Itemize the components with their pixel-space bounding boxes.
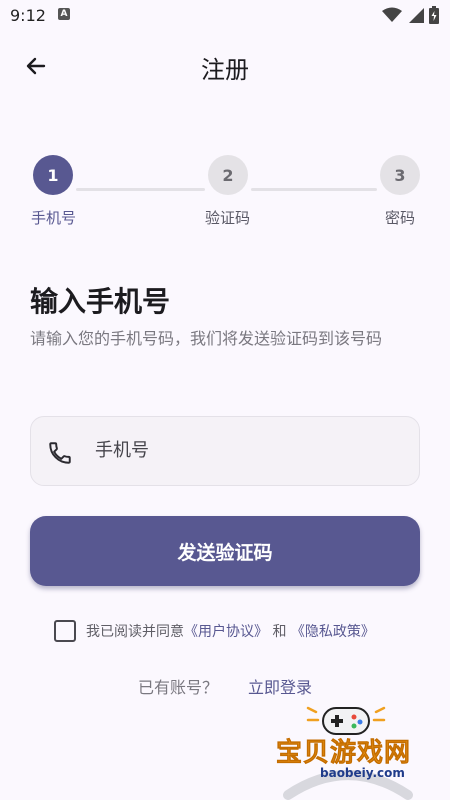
step-connector-1 xyxy=(76,188,205,191)
step-connector-2 xyxy=(251,188,377,191)
step-2-circle: 2 xyxy=(208,155,248,195)
watermark-url: baobeiy.com xyxy=(320,766,405,780)
notification-icon: A xyxy=(58,8,70,20)
step-1-circle: 1 xyxy=(33,155,73,195)
wifi-icon xyxy=(382,7,402,22)
phone-icon xyxy=(49,442,71,464)
agreement-prefix: 我已阅读并同意 xyxy=(86,624,184,640)
phone-input[interactable] xyxy=(95,417,405,484)
agreement-checkbox[interactable] xyxy=(54,620,76,642)
signal-icon xyxy=(409,8,424,23)
page-title: 注册 xyxy=(201,56,249,84)
login-prompt: 已有账号？ xyxy=(137,678,218,697)
privacy-policy-link[interactable]: 《隐私政策》 xyxy=(291,621,375,641)
step-1-label: 手机号 xyxy=(31,209,77,227)
step-3-label: 密码 xyxy=(385,209,416,227)
status-time: 9:12 xyxy=(10,6,46,25)
step-3-circle: 3 xyxy=(380,155,420,195)
step-2-label: 验证码 xyxy=(205,209,251,227)
status-bar: 9:12 A xyxy=(0,0,450,32)
login-row: 已有账号？ 立即登录 xyxy=(0,674,450,698)
agreement-row: 我已阅读并同意 《用户协议》 和 《隐私政策》 xyxy=(54,618,375,644)
send-code-button[interactable]: 发送验证码 xyxy=(30,516,420,586)
user-agreement-link[interactable]: 《用户协议》 xyxy=(184,621,268,641)
watermark-title: 宝贝游戏网 xyxy=(276,738,412,769)
form-headline: 输入手机号 xyxy=(30,285,171,318)
agreement-conjunction: 和 xyxy=(268,624,291,640)
battery-icon xyxy=(429,6,439,24)
login-link[interactable]: 立即登录 xyxy=(248,674,312,698)
watermark-logo: 宝贝游戏网 baobeiy.com xyxy=(268,700,428,800)
form-subtext: 请输入您的手机号码，我们将发送验证码到该号码 xyxy=(30,329,383,348)
phone-field[interactable] xyxy=(30,416,420,486)
